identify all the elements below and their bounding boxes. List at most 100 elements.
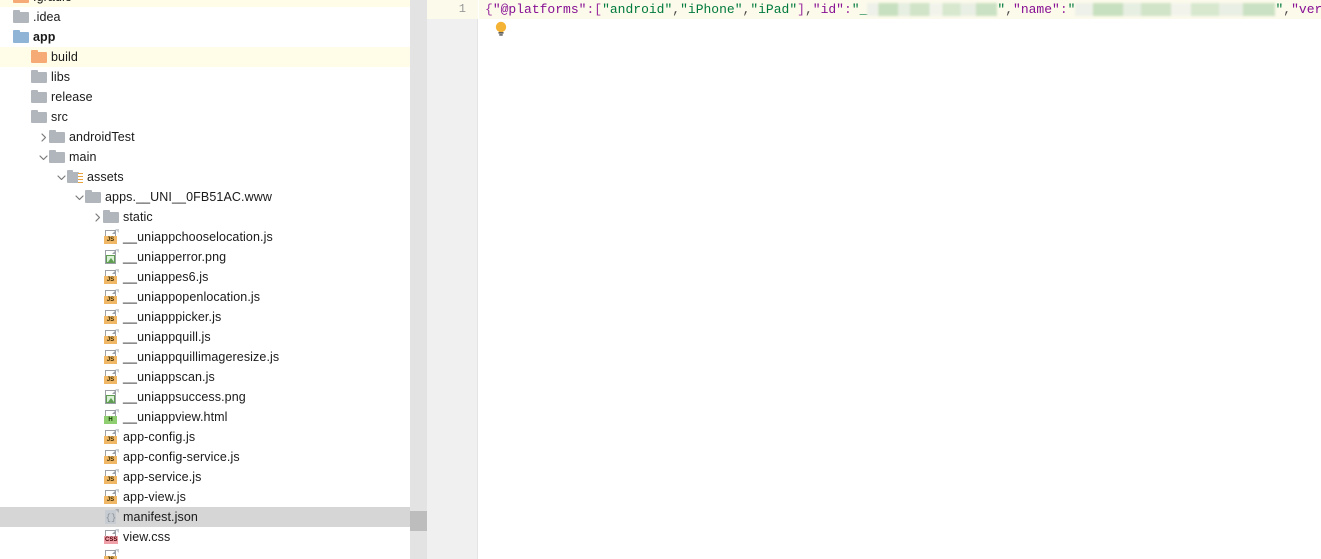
folder-gray-icon [31, 89, 47, 105]
tree-arrow-spacer [2, 0, 13, 7]
code-token-punct: : [1059, 2, 1068, 17]
code-token-punct: [ [594, 2, 603, 17]
code-token-comma: , [1283, 2, 1292, 17]
tree-row[interactable]: main [0, 147, 410, 167]
js-file-icon: JS [103, 549, 119, 559]
tree-row[interactable]: assets [0, 167, 410, 187]
tree-row[interactable]: JS __uniappchooselocation.js [0, 227, 410, 247]
tree-arrow-spacer [92, 387, 103, 407]
html-file-icon: H [103, 409, 119, 425]
tree-row[interactable]: __uniapperror.png [0, 247, 410, 267]
chevron-down-icon[interactable] [74, 187, 85, 207]
chevron-down-icon[interactable] [38, 147, 49, 167]
tree-row[interactable]: JS [0, 547, 410, 559]
tree-row-label: libs [51, 70, 71, 84]
tree-arrow-spacer [2, 27, 13, 47]
tree-arrow-spacer [92, 547, 103, 559]
tree-row-label: app-config-service.js [123, 450, 240, 464]
png-file-icon [103, 389, 119, 405]
tree-row-label: .gradle [33, 0, 72, 7]
code-token-str: "iPhone" [680, 2, 743, 17]
redacted-value [867, 3, 998, 17]
tree-arrow-spacer [20, 47, 31, 67]
code-token-str: "android" [602, 2, 673, 17]
code-line-1[interactable]: {"@platforms":["android","iPhone","iPad"… [479, 0, 1321, 19]
tree-row[interactable]: release [0, 87, 410, 107]
folder-orange-icon [31, 49, 47, 65]
tree-row-label: manifest.json [123, 510, 198, 524]
editor-content-area[interactable]: {"@platforms":["android","iPhone","iPad"… [479, 0, 1321, 559]
tree-row-label: __uniappsuccess.png [123, 390, 246, 404]
json-file-icon: {} [103, 509, 119, 525]
tree-row[interactable]: JS app-view.js [0, 487, 410, 507]
tree-row[interactable]: JS app-config.js [0, 427, 410, 447]
tree-row[interactable]: .gradle [0, 0, 410, 7]
tree-row[interactable]: __uniappsuccess.png [0, 387, 410, 407]
tree-arrow-spacer [20, 87, 31, 107]
code-token-str: " [1067, 2, 1076, 17]
tree-row[interactable]: app [0, 27, 410, 47]
tree-arrow-spacer [20, 107, 31, 127]
code-token-key: "name" [1013, 2, 1060, 17]
tree-row-label: src [51, 110, 68, 124]
folder-gray-icon [31, 109, 47, 125]
tree-row[interactable]: JS __uniappes6.js [0, 267, 410, 287]
tree-row-label: app [33, 30, 56, 44]
tree-row[interactable]: JS __uniappscan.js [0, 367, 410, 387]
chevron-right-icon[interactable] [38, 127, 49, 147]
tree-row[interactable]: JS app-service.js [0, 467, 410, 487]
tree-row[interactable]: static [0, 207, 410, 227]
tree-arrow-spacer [92, 447, 103, 467]
tree-row-label: app-view.js [123, 490, 186, 504]
editor-pane[interactable]: 1 {"@platforms":["android","iPhone","iPa… [427, 0, 1321, 559]
tree-row-label: __uniappquill.js [123, 330, 211, 344]
tree-arrow-spacer [92, 247, 103, 267]
code-token-punct: ] [797, 2, 805, 17]
tree-row-label: __uniappview.html [123, 410, 228, 424]
code-token-key: "id" [812, 2, 844, 17]
tree-row[interactable]: {} manifest.json [0, 507, 410, 527]
js-file-icon: JS [103, 469, 119, 485]
tree-arrow-spacer [20, 67, 31, 87]
tree-row[interactable]: JS __uniappopenlocation.js [0, 287, 410, 307]
js-file-icon: JS [103, 449, 119, 465]
png-file-icon [103, 249, 119, 265]
tree-row-label: __uniappes6.js [123, 270, 209, 284]
project-tool-window[interactable]: .gradle .idea app build libs release srcandroi… [0, 0, 410, 559]
js-file-icon: JS [103, 309, 119, 325]
tree-row[interactable]: JS __uniapppicker.js [0, 307, 410, 327]
project-vertical-scrollbar[interactable] [410, 0, 427, 559]
tree-row[interactable]: build [0, 47, 410, 67]
folder-gray-icon [13, 9, 29, 25]
code-token-str: "_ [851, 2, 868, 17]
tree-row[interactable]: H __uniappview.html [0, 407, 410, 427]
code-token-key: "@platforms" [492, 2, 587, 17]
tree-row-label: androidTest [69, 130, 135, 144]
project-scrollbar-thumb[interactable] [410, 511, 427, 531]
tree-arrow-spacer [92, 287, 103, 307]
tree-row-label: static [123, 210, 153, 224]
tree-arrow-spacer [92, 527, 103, 547]
code-token-punct: : [843, 2, 852, 17]
code-token-key: "version" [1291, 2, 1321, 17]
tree-arrow-spacer [92, 267, 103, 287]
tree-row[interactable]: apps.__UNI__0FB51AC.www [0, 187, 410, 207]
tree-row[interactable]: JS __uniappquillimageresize.js [0, 347, 410, 367]
lightbulb-icon[interactable] [493, 20, 509, 37]
tree-row-label: build [51, 50, 78, 64]
tree-row[interactable]: JS app-config-service.js [0, 447, 410, 467]
tree-row-label: __uniappopenlocation.js [123, 290, 261, 304]
code-token-comma: , [1005, 2, 1014, 17]
chevron-right-icon[interactable] [92, 207, 103, 227]
chevron-down-icon[interactable] [56, 167, 67, 187]
code-token-punct: { [485, 2, 493, 17]
module-icon [13, 29, 29, 45]
js-file-icon: JS [103, 269, 119, 285]
tree-row[interactable]: .idea [0, 7, 410, 27]
tree-row[interactable]: libs [0, 67, 410, 87]
editor-gutter[interactable]: 1 [427, 0, 478, 559]
tree-row[interactable]: src [0, 107, 410, 127]
tree-row[interactable]: JS __uniappquill.js [0, 327, 410, 347]
tree-row[interactable]: CSS view.css [0, 527, 410, 547]
tree-row[interactable]: androidTest [0, 127, 410, 147]
